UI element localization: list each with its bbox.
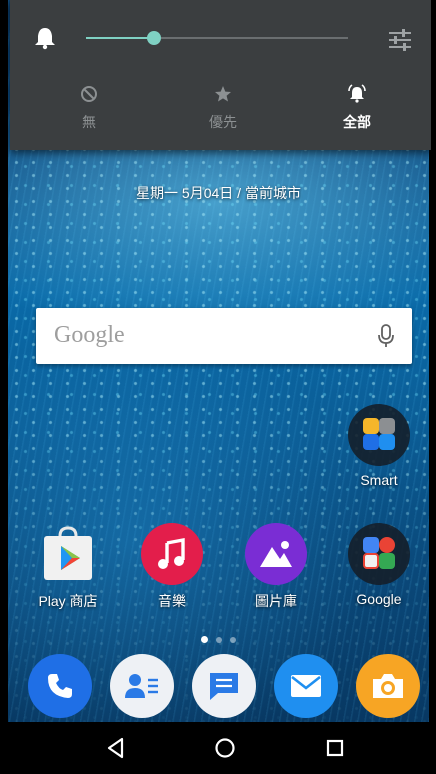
app-music[interactable]: 音樂 [129,523,215,611]
camera-icon [373,674,403,698]
mic-icon[interactable] [378,324,394,348]
mode-none-label: 無 [82,114,96,130]
dock-contacts[interactable] [110,654,174,718]
smart-folder[interactable]: Smart [336,404,422,488]
smart-folder-label: Smart [360,472,398,488]
page-dot [216,637,222,643]
google-search-label: Google [54,322,125,348]
page-dot-active [201,636,208,643]
phone-icon [48,674,72,698]
mode-priority-label: 優先 [209,114,237,130]
volume-slider-fill [86,37,155,39]
home-icon[interactable] [211,734,239,762]
bell-ringing-icon [348,84,366,103]
bell-icon[interactable] [34,26,56,50]
folder-icon [348,404,410,466]
mode-all-label: 全部 [343,114,371,130]
app-label: 音樂 [158,593,186,609]
date-weather-text[interactable]: 星期一 5月04日 / 當前城市 [8,183,429,203]
navigation-bar [8,722,429,774]
page-indicator [8,630,429,648]
app-label: Play 商店 [38,593,98,609]
google-folder[interactable]: Google [336,523,422,607]
messages-icon [210,673,238,700]
google-search-bar[interactable]: Google [36,308,412,364]
google-folder-label: Google [356,591,402,607]
interruptions-panel: 無 優先 全部 [10,0,431,150]
dock-messages[interactable] [192,654,256,718]
contacts-icon [125,674,158,698]
back-icon[interactable] [102,734,130,762]
page-dot [230,637,236,643]
app-gallery[interactable]: 圖片庫 [233,523,319,611]
mode-none[interactable]: 無 [44,84,134,132]
block-icon [81,86,97,102]
dock-phone[interactable] [28,654,92,718]
app-play-store[interactable]: Play 商店 [25,523,111,611]
app-label: 圖片庫 [255,593,297,609]
mode-all[interactable]: 全部 [312,84,402,132]
gallery-icon [245,523,307,585]
email-icon [291,675,321,697]
play-store-icon [37,523,99,585]
volume-slider[interactable] [86,31,348,45]
dock-email[interactable] [274,654,338,718]
mode-priority[interactable]: 優先 [178,84,268,132]
volume-slider-thumb[interactable] [147,31,162,45]
star-icon [215,86,231,102]
music-icon [141,523,203,585]
tune-settings-icon[interactable] [386,26,414,54]
dock-camera[interactable] [356,654,420,718]
recents-icon[interactable] [321,734,349,762]
folder-icon [348,523,410,585]
